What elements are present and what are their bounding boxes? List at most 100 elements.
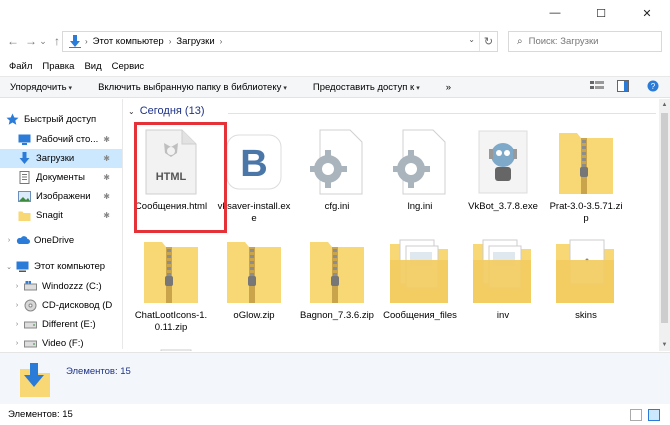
folder-icon xyxy=(18,209,31,222)
file-name: Prat-3.0-3.5.71.zip xyxy=(549,201,623,224)
address-dropdown-icon[interactable]: ⌄ xyxy=(468,35,475,44)
nav-item-label: Загрузки xyxy=(36,153,75,164)
nav-item-label: CD-дисковод (D xyxy=(42,300,113,311)
downloads-icon xyxy=(18,152,31,165)
expand-arrow-icon[interactable]: › xyxy=(12,321,22,328)
group-title: Сегодня (13) xyxy=(139,105,205,117)
menu-view[interactable]: Вид xyxy=(84,61,101,72)
preview-pane-icon[interactable] xyxy=(617,80,629,95)
nav-item-snagit[interactable]: Snagit ✱ xyxy=(0,206,122,225)
star-icon xyxy=(6,113,19,126)
file-item[interactable]: Сообщения_files xyxy=(381,234,459,322)
nav-item-documents[interactable]: Документы ✱ xyxy=(0,168,122,187)
scroll-thumb[interactable] xyxy=(661,113,668,323)
vertical-scrollbar[interactable]: ▲ ▼ xyxy=(659,99,670,351)
file-name: Сообщения_files xyxy=(383,310,457,321)
nav-quick-access[interactable]: Быстрый доступ xyxy=(0,110,122,129)
help-icon[interactable]: ? xyxy=(647,80,659,95)
nav-drive-f[interactable]: › Video (F:) xyxy=(0,334,122,349)
chevron-down-icon: ▾ xyxy=(416,84,420,92)
address-bar[interactable]: › Этот компьютер › Загрузки › ⌄ ↻ xyxy=(62,31,498,52)
search-icon: ⌕ xyxy=(517,36,523,47)
folder-icon xyxy=(142,337,220,351)
group-header-today[interactable]: ⌄ Сегодня (13) xyxy=(128,105,204,117)
recent-locations-button[interactable]: ⌄ xyxy=(38,32,48,50)
search-input[interactable]: ⌕ Поиск: Загрузки xyxy=(508,31,662,52)
downloads-icon xyxy=(67,34,83,50)
share-label: Предоставить доступ к xyxy=(312,81,415,93)
nav-item-downloads[interactable]: Загрузки ✱ xyxy=(0,149,122,168)
view-options-icon[interactable] xyxy=(590,80,604,95)
zip-file-icon xyxy=(547,125,625,199)
nav-item-label: Video (F:) xyxy=(42,338,84,349)
file-name: oGlow.zip xyxy=(233,310,275,321)
group-divider xyxy=(228,113,656,114)
minimize-button[interactable]: — xyxy=(532,0,578,26)
expand-arrow-icon[interactable]: › xyxy=(12,340,22,347)
downloads-icon xyxy=(18,361,52,402)
cd-drive-icon xyxy=(24,299,37,312)
breadcrumb-downloads[interactable]: Загрузки xyxy=(173,36,217,47)
more-commands-button[interactable]: » xyxy=(446,82,451,93)
share-with-button[interactable]: Предоставить доступ к ▾ xyxy=(313,82,420,93)
svg-text:B: B xyxy=(240,143,267,185)
back-button[interactable]: ← xyxy=(4,32,22,50)
menu-edit[interactable]: Правка xyxy=(42,61,74,72)
svg-text:?: ? xyxy=(651,82,656,91)
file-item[interactable] xyxy=(142,337,220,351)
file-item[interactable]: cfg.ini xyxy=(298,125,376,213)
file-item[interactable]: skins xyxy=(547,234,625,322)
breadcrumb-separator: › xyxy=(168,37,172,46)
nav-this-pc[interactable]: ⌄ Этот компьютер xyxy=(0,257,122,276)
scroll-up-icon[interactable]: ▲ xyxy=(659,99,670,111)
expand-arrow-icon[interactable]: ⌄ xyxy=(4,263,14,271)
nav-item-label: Изображени xyxy=(36,191,91,202)
close-button[interactable]: ✕ xyxy=(624,0,670,26)
file-list: ⌄ Сегодня (13) HTML Сообщения.html Bvksave… xyxy=(124,99,659,351)
expand-arrow-icon[interactable]: › xyxy=(12,283,22,290)
address-row: ← → ⌄ ↑ › Этот компьютер › Загрузки › ⌄ … xyxy=(0,28,670,54)
expand-arrow-icon[interactable]: › xyxy=(4,237,14,244)
details-pane: Элементов: 15 xyxy=(0,352,670,404)
file-item[interactable]: ChatLootIcons-1.0.11.zip xyxy=(132,234,210,334)
chevron-down-icon: ▾ xyxy=(68,84,73,92)
details-view-icon[interactable] xyxy=(630,409,642,421)
file-item[interactable]: VkBot_3.7.8.exe xyxy=(464,125,542,213)
maximize-button[interactable]: ☐ xyxy=(578,0,624,26)
scroll-down-icon[interactable]: ▼ xyxy=(659,339,670,351)
nav-item-label: Snagit xyxy=(36,210,63,221)
nav-item-label: Windozzz (C:) xyxy=(42,281,102,292)
file-item[interactable]: lng.ini xyxy=(381,125,459,213)
nav-item-label: Рабочий сто... xyxy=(36,134,99,145)
nav-item-label: Different (E:) xyxy=(42,319,96,330)
include-label: Включить выбранную папку в библиотеку xyxy=(98,81,282,93)
file-name: skins xyxy=(575,310,597,321)
nav-drive-d[interactable]: › CD-дисковод (D xyxy=(0,296,122,315)
file-item[interactable]: Bagnon_7.3.6.zip xyxy=(298,234,376,322)
documents-icon xyxy=(18,171,31,184)
drive-icon xyxy=(24,318,37,331)
title-bar: — ☐ ✕ xyxy=(0,0,670,26)
nav-item-pictures[interactable]: Изображени ✱ xyxy=(0,187,122,206)
refresh-button[interactable]: ↻ xyxy=(479,32,497,51)
menu-tools[interactable]: Сервис xyxy=(112,61,145,72)
menu-file[interactable]: Файл xyxy=(9,61,32,72)
file-item[interactable]: Prat-3.0-3.5.71.zip xyxy=(547,125,625,225)
file-item[interactable]: oGlow.zip xyxy=(215,234,293,322)
nav-onedrive[interactable]: › OneDrive xyxy=(0,231,122,250)
chevron-down-icon: ▾ xyxy=(283,84,287,92)
nav-drive-e[interactable]: › Different (E:) xyxy=(0,315,122,334)
large-icons-view-icon[interactable] xyxy=(648,409,660,421)
bot-file-icon xyxy=(464,125,542,199)
zip-file-icon xyxy=(215,234,293,308)
nav-drive-c[interactable]: › Windozzz (C:) xyxy=(0,277,122,296)
navigation-pane: Быстрый доступ Рабочий сто... ✱ Загрузки… xyxy=(0,99,123,349)
folder-file-icon xyxy=(381,234,459,308)
expand-arrow-icon[interactable]: › xyxy=(12,302,22,309)
include-in-library-button[interactable]: Включить выбранную папку в библиотеку ▾ xyxy=(98,82,287,93)
pin-icon: ✱ xyxy=(103,192,110,201)
file-item[interactable]: inv xyxy=(464,234,542,322)
organize-button[interactable]: Упорядочить ▾ xyxy=(10,82,72,93)
nav-item-desktop[interactable]: Рабочий сто... ✱ xyxy=(0,130,122,149)
breadcrumb-this-pc[interactable]: Этот компьютер xyxy=(90,36,167,47)
